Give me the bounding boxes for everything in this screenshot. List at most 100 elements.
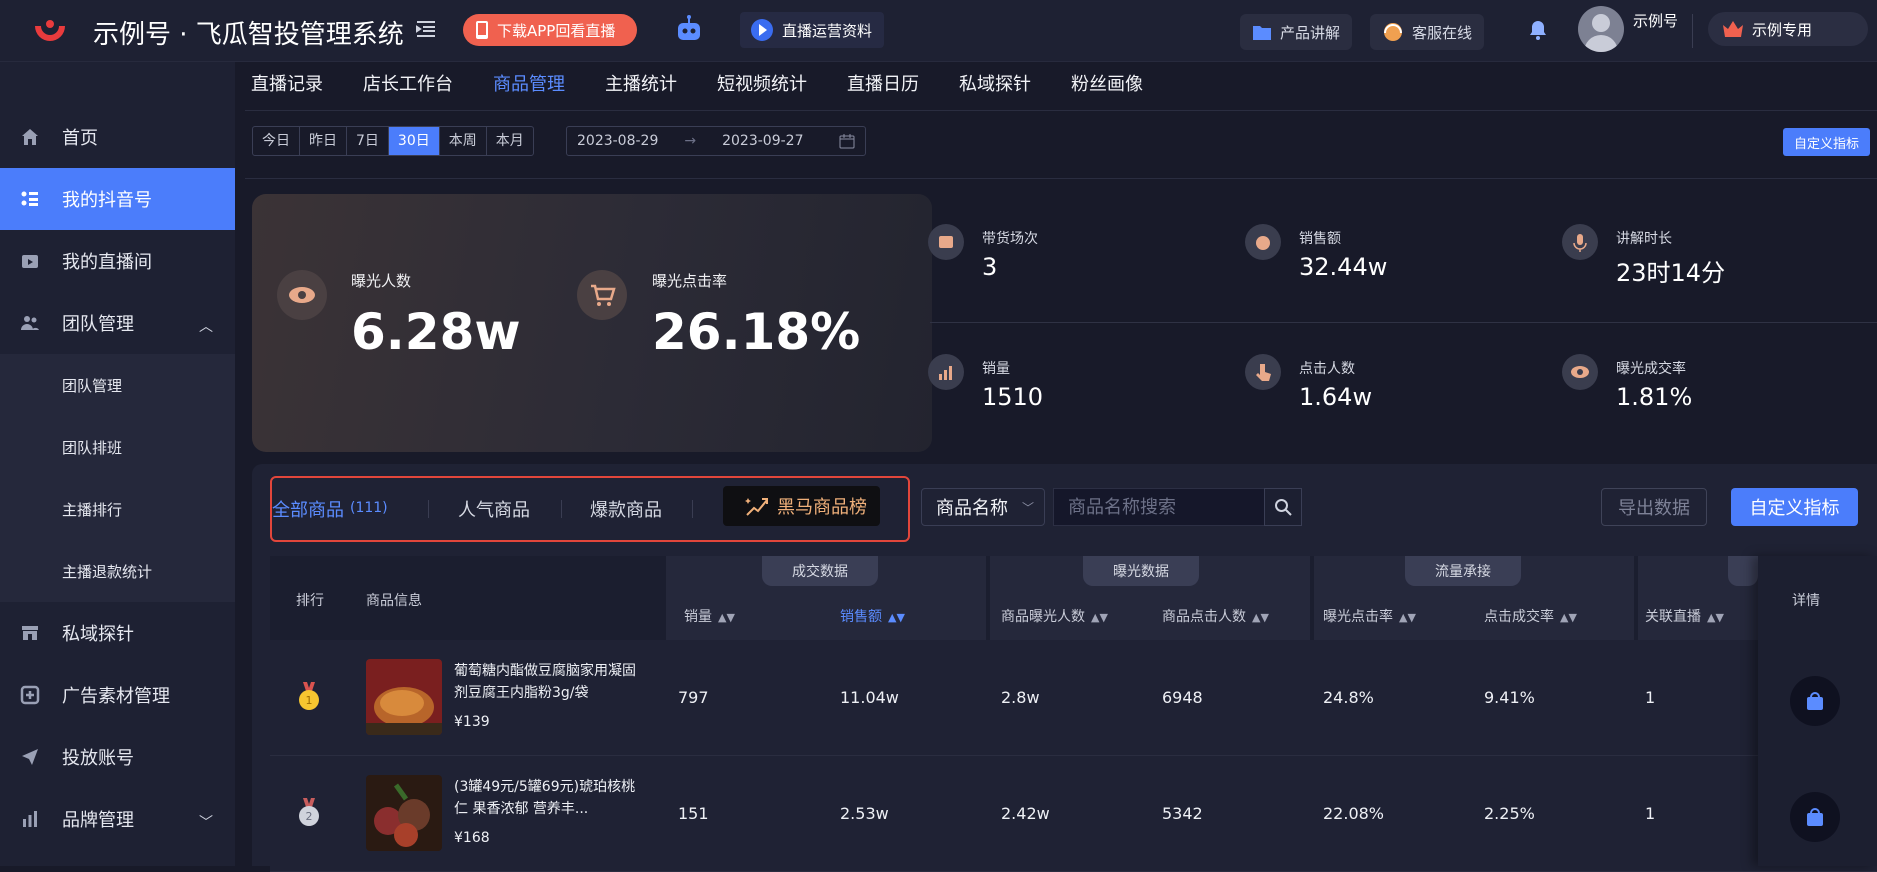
tab-store-workbench[interactable]: 店长工作台 [363,70,453,96]
chevron-up-icon: ︿ [199,319,213,335]
top-bar: 示例号 · 飞瓜智投管理系统 下载APP回看直播 直播运营资料 产品讲解 客服在… [0,0,1877,62]
detail-button[interactable] [1790,676,1840,726]
column-label: 点击成交率 [1484,609,1554,625]
dark-horse-label: 黑马商品榜 [777,497,867,518]
product-search-input[interactable] [1053,488,1265,526]
product-name[interactable]: 葡萄糖内酯做豆腐脑家用凝固剂豆腐王内脂粉3g/袋 [454,660,640,704]
bell-icon[interactable] [1526,18,1550,42]
product-intro-button[interactable]: 产品讲解 [1240,14,1353,50]
download-app-button[interactable]: 下载APP回看直播 [463,14,637,46]
tab-all-products[interactable]: 全部商品 [272,496,344,522]
product-name[interactable]: (3罐49元/5罐69元)琥珀核桃仁 果香浓郁 营养丰... [454,776,640,820]
metric-value: 1.81% [1616,383,1693,411]
sidebar-item-ad-materials[interactable]: 广告素材管理 [0,664,235,726]
avatar[interactable] [1578,6,1624,52]
metric-label: 点击人数 [1299,361,1355,377]
eye-icon-wrap [277,270,327,320]
metric-label: 销量 [982,361,1010,377]
date-option-yesterday[interactable]: 昨日 [300,127,347,155]
custom-metrics-button-top[interactable]: 自定义指标 [1783,128,1870,156]
metric-value: 23时14分 [1616,259,1726,287]
detail-button[interactable] [1790,792,1840,842]
date-option-7d[interactable]: 7日 [347,127,389,155]
cell-sales: 151 [678,804,709,823]
bar-chart-icon [23,811,37,827]
folder-icon [1253,26,1271,40]
calendar-icon [839,134,855,149]
tab-product-management[interactable]: 商品管理 [493,70,565,96]
sidebar-item-private-probe[interactable]: 私域探针 [0,602,235,664]
tab-live-calendar[interactable]: 直播日历 [847,70,919,96]
sidebar-subitem-anchor-refund[interactable]: 主播退款统计 [0,540,235,602]
search-button[interactable] [1264,488,1302,526]
custom-metrics-button[interactable]: 自定义指标 [1731,488,1858,526]
robot-icon[interactable] [673,14,705,46]
username: 示例号 [1633,12,1679,30]
metric-label: 曝光成交率 [1616,361,1686,377]
sidebar-item-home[interactable]: 首页 [0,106,235,168]
date-range-picker[interactable]: 2023-08-29 → 2023-09-27 [566,126,866,156]
sort-icon: ▲▼ [888,611,905,624]
phone-icon [476,21,488,39]
sidebar-item-brand-management[interactable]: 品牌管理 ﹀ [0,788,235,850]
cell-ctr: 24.8% [1323,688,1374,707]
tab-anchor-stats[interactable]: 主播统计 [605,70,677,96]
column-header-lives[interactable]: 关联直播 ▲▼ [1645,606,1724,626]
tab-dark-horse-ranking[interactable]: 黑马商品榜 [723,486,880,526]
cell-exposure: 2.8w [1001,688,1040,707]
sidebar-item-my-douyin[interactable]: 我的抖音号 [0,168,235,230]
date-option-today[interactable]: 今日 [253,127,300,155]
group-label-more [1728,556,1758,586]
search-field-select[interactable]: 商品名称 ﹀ [921,488,1045,526]
column-header-ctr[interactable]: 曝光点击率 ▲▼ [1323,606,1416,626]
column-header-exposure[interactable]: 商品曝光人数 ▲▼ [1001,606,1108,626]
tab-fan-profile[interactable]: 粉丝画像 [1071,70,1143,96]
tab-hot-products[interactable]: 爆款商品 [590,496,662,522]
date-quick-filter: 今日 昨日 7日 30日 本周 本月 [252,126,534,156]
sidebar-item-my-live-room[interactable]: 我的直播间 [0,230,235,292]
product-price: ¥168 [454,830,490,846]
chevron-down-icon: ﹀ [1022,500,1035,515]
vip-badge[interactable]: 示例专用 [1708,12,1868,46]
microphone-icon [1562,224,1598,260]
cell-clicks: 6948 [1162,688,1203,707]
live-docs-button[interactable]: 直播运营资料 [740,12,884,48]
sidebar-subitem-anchor-ranking[interactable]: 主播排行 [0,478,235,540]
sidebar-subitem-team-management[interactable]: 团队管理 [0,354,235,416]
all-products-count: (111) [350,500,388,516]
date-option-30d[interactable]: 30日 [388,127,440,155]
date-option-this-month[interactable]: 本月 [487,127,533,155]
cell-exposure: 2.42w [1001,804,1050,823]
tabs-divider [245,110,1877,111]
column-header-cvr[interactable]: 点击成交率 ▲▼ [1484,606,1577,626]
column-header-sales[interactable]: 销量 ▲▼ [684,606,735,626]
sidebar-item-label: 我的抖音号 [62,190,152,211]
tab-live-records[interactable]: 直播记录 [251,70,323,96]
column-header-amount[interactable]: 销售额 ▲▼ [840,606,905,626]
metric-value: 1.64w [1299,383,1373,411]
export-data-button[interactable]: 导出数据 [1601,488,1707,526]
date-option-this-week[interactable]: 本周 [440,127,487,155]
sales-chart-icon [928,354,964,390]
sidebar-item-ad-accounts[interactable]: 投放账号 [0,726,235,788]
crown-icon [1723,21,1743,37]
date-range-start: 2023-08-29 [577,133,659,149]
cell-ctr: 22.08% [1323,804,1385,823]
sidebar-item-team-management[interactable]: 团队管理 ︿ [0,292,235,354]
tab-private-probe[interactable]: 私域探针 [959,70,1031,96]
tab-popular-products[interactable]: 人气商品 [458,496,530,522]
tab-short-video-stats[interactable]: 短视频统计 [717,70,807,96]
sort-icon: ▲▼ [718,611,735,624]
svg-text:2: 2 [306,810,313,823]
sidebar-subitem-label: 主播退款统计 [62,562,153,581]
product-thumbnail [366,659,442,735]
sidebar-subitem-team-schedule[interactable]: 团队排班 [0,416,235,478]
menu-collapse-icon[interactable] [414,17,438,41]
search-field-label: 商品名称 [936,498,1008,519]
sort-icon: ▲▼ [1399,611,1416,624]
date-range-end: 2023-09-27 [722,133,804,149]
detail-header: 详情 [1792,593,1820,609]
section-divider [245,178,1877,179]
customer-service-button[interactable]: 客服在线 [1370,14,1485,50]
column-header-clicks[interactable]: 商品点击人数 ▲▼ [1162,606,1269,626]
